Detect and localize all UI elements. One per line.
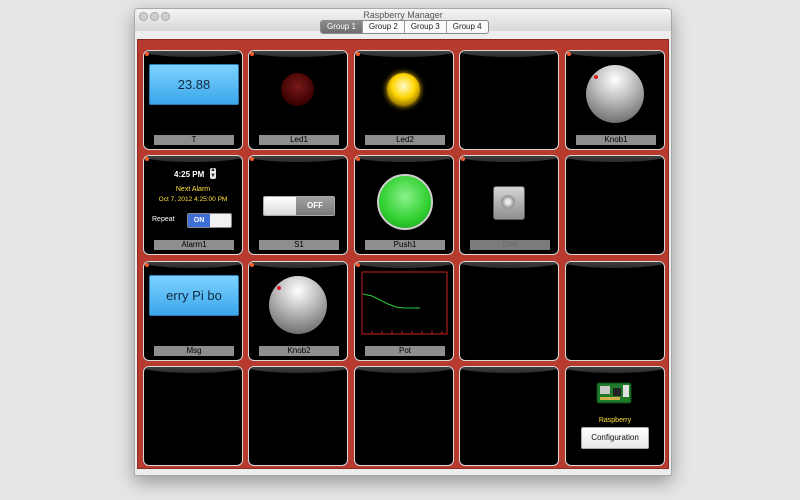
chart-plot-icon (361, 271, 448, 335)
time-stepper[interactable]: ▲ ▼ (210, 167, 216, 179)
hard-disk-icon (493, 186, 525, 220)
widget-disk[interactable]: Disk (459, 155, 559, 255)
empty-slot[interactable] (459, 261, 559, 361)
status-led-icon (461, 157, 465, 161)
repeat-toggle-state: ON (188, 214, 210, 227)
widget-alarm1[interactable]: 4:25 PM ▲ ▼ Next Alarm Oct 7, 2012 4:25:0… (143, 155, 243, 255)
tab-group-2[interactable]: Group 2 (363, 21, 405, 33)
alarm-time: 4:25 PM (174, 170, 205, 179)
status-led-icon (145, 52, 149, 56)
tab-group-4[interactable]: Group 4 (447, 21, 488, 33)
widget-label: T (154, 135, 234, 145)
temperature-display: 23.88 (149, 64, 239, 105)
status-led-icon (250, 263, 254, 267)
knob-icon[interactable] (269, 276, 327, 334)
widget-label: Knob2 (259, 346, 339, 356)
tab-group-3[interactable]: Group 3 (405, 21, 447, 33)
repeat-toggle[interactable]: ON (187, 213, 232, 228)
app-window: Raspberry Manager Group 1 Group 2 Group … (134, 8, 672, 476)
empty-slot[interactable] (565, 261, 665, 361)
widget-label: Pot (365, 346, 445, 356)
repeat-label: Repeat (152, 216, 175, 223)
title-bar: Raspberry Manager Group 1 Group 2 Group … (135, 9, 671, 34)
empty-slot[interactable] (143, 366, 243, 466)
raspberry-pi-board-icon (596, 382, 632, 404)
switch-state: OFF (296, 197, 334, 215)
empty-slot[interactable] (248, 366, 348, 466)
status-led-icon (356, 157, 360, 161)
status-led-icon (356, 52, 360, 56)
status-led-icon (145, 157, 149, 161)
push-button-icon[interactable] (377, 174, 433, 230)
widget-led2[interactable]: Led2 (354, 50, 454, 150)
widget-label: Alarm1 (154, 240, 234, 250)
widget-s1[interactable]: OFF S1 (248, 155, 348, 255)
widget-label: Led2 (365, 135, 445, 145)
widget-board: 23.88 T Led1 Led2 Knob1 4:25 PM ▲ ▼ Next … (137, 39, 669, 469)
widget-label: Push1 (365, 240, 445, 250)
widget-knob2[interactable]: Knob2 (248, 261, 348, 361)
status-led-icon (250, 52, 254, 56)
status-led-icon (250, 157, 254, 161)
empty-slot[interactable] (354, 366, 454, 466)
device-name: Raspberry (598, 417, 632, 424)
status-led-icon (356, 263, 360, 267)
widget-push1[interactable]: Push1 (354, 155, 454, 255)
empty-slot[interactable] (459, 50, 559, 150)
status-led-icon (145, 263, 149, 267)
led-yellow-on-icon (387, 73, 420, 106)
tab-group-1[interactable]: Group 1 (321, 21, 363, 33)
switch-thumb (264, 197, 296, 215)
widget-label: Disk (470, 240, 550, 250)
status-led-icon (567, 52, 571, 56)
widget-t[interactable]: 23.88 T (143, 50, 243, 150)
widget-label: Led1 (259, 135, 339, 145)
group-tabs: Group 1 Group 2 Group 3 Group 4 (320, 20, 489, 34)
s1-switch[interactable]: OFF (263, 196, 335, 216)
widget-raspberry[interactable]: Raspberry Configuration (565, 366, 665, 466)
knob-icon[interactable] (586, 65, 644, 123)
widget-knob1[interactable]: Knob1 (565, 50, 665, 150)
next-alarm-label: Next Alarm (175, 186, 211, 193)
knob-indicator (277, 286, 281, 290)
widget-msg[interactable]: erry Pi bo Msg (143, 261, 243, 361)
empty-slot[interactable] (565, 155, 665, 255)
toggle-thumb (210, 214, 231, 227)
widget-pot[interactable]: Pot (354, 261, 454, 361)
knob-indicator (594, 75, 598, 79)
configuration-button[interactable]: Configuration (581, 427, 649, 449)
widget-label: Knob1 (576, 135, 656, 145)
message-display: erry Pi bo (149, 275, 239, 316)
widget-label: Msg (154, 346, 234, 356)
widget-label: S1 (259, 240, 339, 250)
empty-slot[interactable] (459, 366, 559, 466)
next-alarm-date: Oct 7, 2012 4:25:00 PM (158, 196, 228, 203)
led-red-off-icon (281, 73, 314, 106)
window-title: Raspberry Manager (363, 10, 443, 20)
widget-led1[interactable]: Led1 (248, 50, 348, 150)
